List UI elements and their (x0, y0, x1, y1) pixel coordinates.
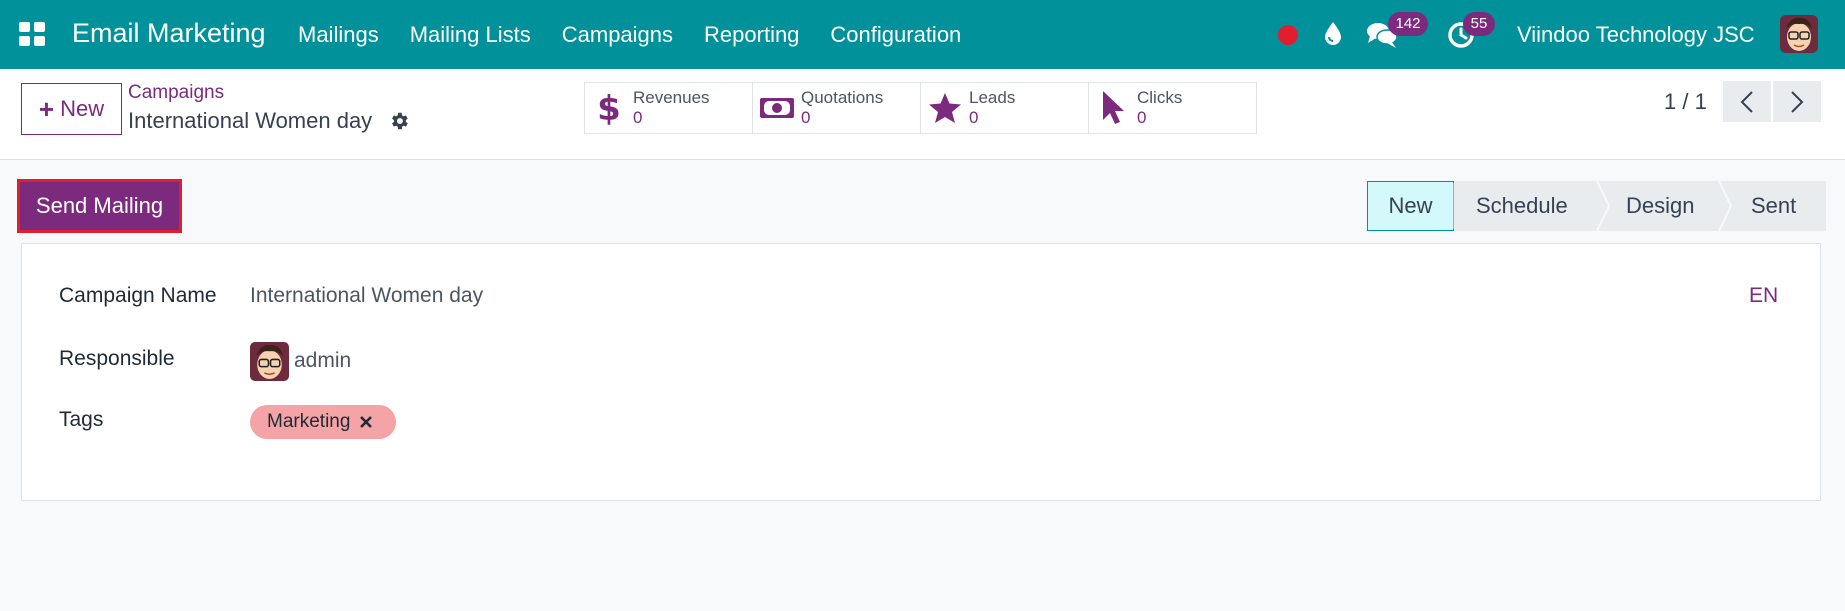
smart-button-label: Quotations (801, 88, 884, 107)
chevron-right-icon (1791, 90, 1804, 113)
breadcrumb-campaigns[interactable]: Campaigns (128, 82, 224, 104)
smart-button-value: 0 (1137, 108, 1147, 127)
stage-separator (1596, 181, 1611, 231)
stage-label: Sent (1751, 193, 1797, 218)
smart-button-leads[interactable]: Leads 0 (920, 82, 1089, 134)
tags-label: Tags (59, 408, 104, 431)
record-icon[interactable] (1278, 25, 1298, 45)
smart-button-value: 0 (969, 108, 979, 127)
tag-label: Marketing (267, 411, 351, 432)
close-icon[interactable] (359, 415, 373, 429)
main-menu: Mailings Mailing Lists Campaigns Reporti… (298, 22, 992, 48)
pager-next-button[interactable] (1773, 81, 1821, 122)
responsible-label: Responsible (59, 347, 175, 370)
menu-item-configuration[interactable]: Configuration (830, 22, 961, 48)
dollar-icon: $ (597, 90, 621, 126)
smart-button-label: Revenues (633, 88, 710, 107)
star-icon (929, 93, 961, 123)
pager-counter[interactable]: 1 / 1 (1664, 89, 1707, 115)
control-panel: + New Campaigns International Women day … (0, 69, 1845, 160)
app-title[interactable]: Email Marketing (72, 18, 266, 49)
menu-item-mailing-lists[interactable]: Mailing Lists (410, 22, 531, 48)
new-button-label: New (60, 96, 105, 121)
company-switcher[interactable]: Viindoo Technology JSC (1517, 22, 1755, 48)
new-button[interactable]: + New (21, 83, 122, 135)
stage-separator (1718, 181, 1733, 231)
smart-button-revenues[interactable]: $ Revenues 0 (584, 82, 753, 134)
smart-button-value: 0 (801, 108, 811, 127)
drop-icon[interactable] (1322, 21, 1344, 47)
stage-label: New (1388, 193, 1433, 218)
money-bill-icon (760, 98, 794, 118)
user-avatar[interactable] (1780, 15, 1818, 53)
stage-new[interactable]: New (1367, 181, 1454, 231)
tag-marketing[interactable]: Marketing (250, 405, 396, 439)
svg-text:$: $ (597, 90, 621, 126)
menu-item-campaigns[interactable]: Campaigns (562, 22, 673, 48)
stage-label: Design (1626, 193, 1695, 218)
campaign-name-label: Campaign Name (59, 284, 217, 307)
form-sheet: Campaign Name International Women day EN… (21, 243, 1821, 501)
menu-item-mailings[interactable]: Mailings (298, 22, 379, 48)
messages-count-badge: 142 (1388, 12, 1428, 36)
smart-button-clicks[interactable]: Clicks 0 (1088, 82, 1257, 134)
breadcrumb-current-record: International Women day (128, 108, 373, 133)
stage-design[interactable]: Design (1601, 181, 1722, 231)
smart-button-label: Clicks (1137, 88, 1183, 107)
smart-button-value: 0 (633, 108, 643, 127)
gear-icon[interactable] (388, 110, 410, 132)
responsible-field[interactable]: admin (294, 349, 351, 373)
stage-schedule[interactable]: Schedule (1454, 181, 1601, 231)
stage-sent[interactable]: Sent (1722, 181, 1826, 231)
chevron-left-icon (1740, 90, 1753, 113)
send-mailing-button[interactable]: Send Mailing (17, 179, 182, 233)
campaign-name-field[interactable]: International Women day (250, 284, 483, 308)
stage-statusbar: New Schedule Design Sent (1367, 181, 1826, 231)
smart-button-label: Leads (969, 88, 1016, 107)
pointer-icon (1103, 91, 1124, 124)
plus-icon: + (38, 94, 55, 124)
menu-item-reporting[interactable]: Reporting (704, 22, 799, 48)
stage-label: Schedule (1476, 193, 1568, 218)
pager-previous-button[interactable] (1723, 81, 1771, 122)
language-button[interactable]: EN (1749, 284, 1778, 308)
smart-button-quotations[interactable]: Quotations 0 (752, 82, 921, 134)
apps-menu-icon[interactable] (19, 22, 45, 46)
responsible-avatar (250, 342, 289, 381)
top-navbar: Email Marketing Mailings Mailing Lists C… (0, 0, 1845, 69)
activities-count-badge: 55 (1463, 12, 1495, 36)
